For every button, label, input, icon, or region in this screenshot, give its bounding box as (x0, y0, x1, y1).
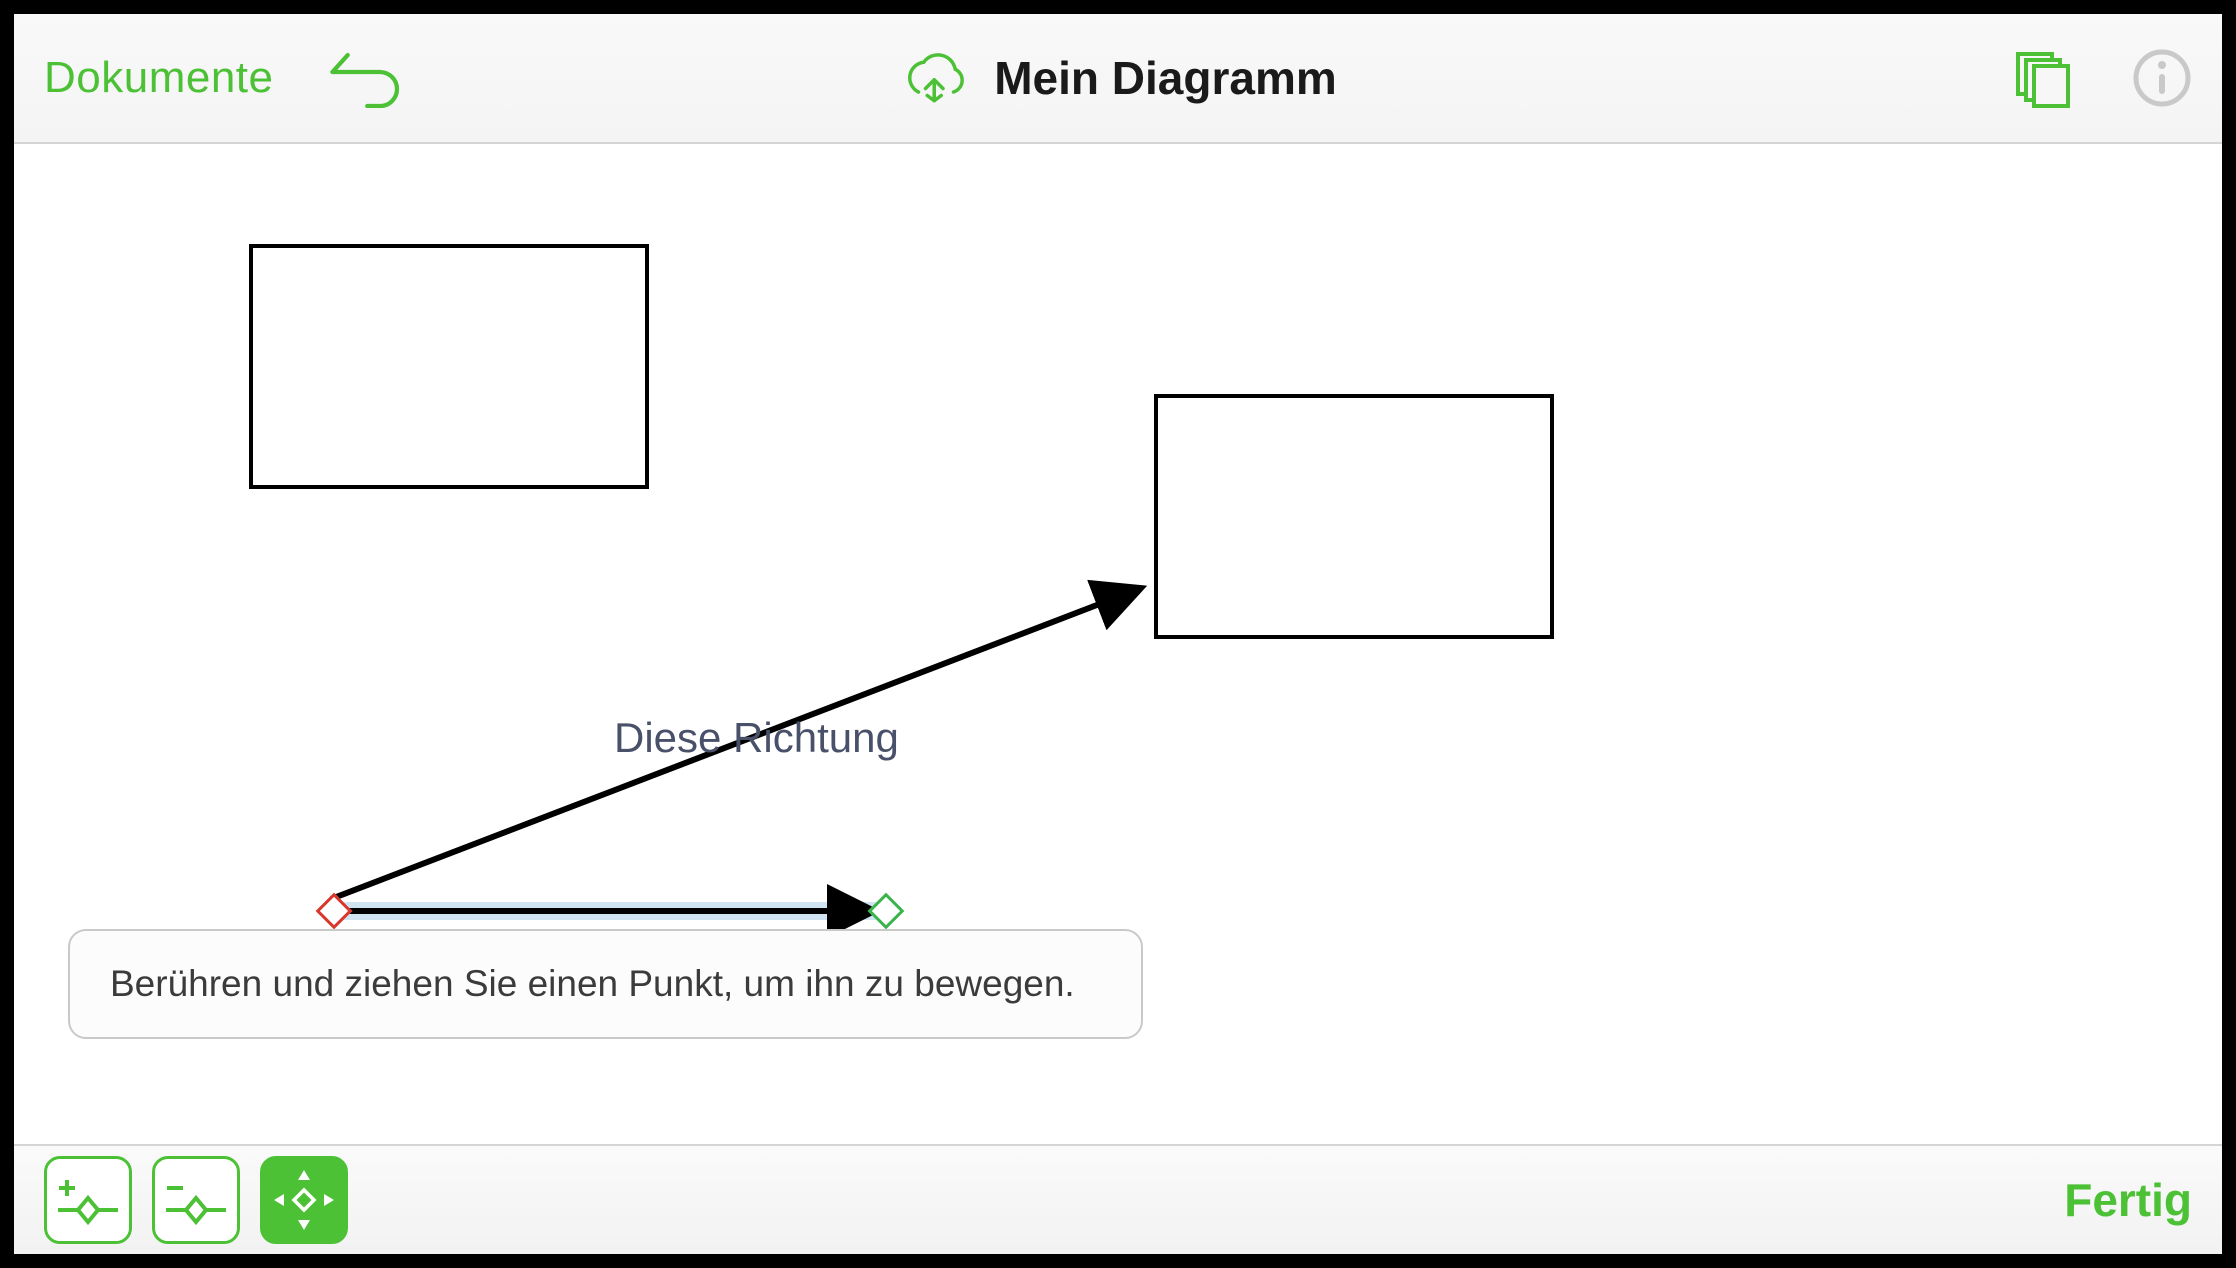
canvases-button[interactable] (2012, 48, 2072, 108)
documents-button[interactable]: Dokumente (44, 53, 274, 103)
document-title: Mein Diagramm (994, 51, 1337, 105)
remove-point-icon (162, 1166, 230, 1234)
info-button[interactable] (2132, 48, 2192, 108)
add-point-icon (54, 1166, 122, 1234)
move-point-icon (270, 1166, 338, 1234)
remove-point-button[interactable] (152, 1156, 240, 1244)
move-point-button[interactable] (260, 1156, 348, 1244)
info-icon (2132, 48, 2192, 108)
app-window: Dokumente Mein Diagramm (0, 0, 2236, 1268)
bottom-toolbar: Fertig (14, 1144, 2222, 1254)
top-toolbar: Dokumente Mein Diagramm (14, 14, 2222, 144)
undo-icon (329, 48, 414, 108)
layers-icon (2012, 48, 2072, 108)
hint-tooltip: Berühren und ziehen Sie einen Punkt, um … (68, 929, 1143, 1039)
cloud-icon (899, 48, 969, 108)
toolbar-right-group (2012, 48, 2192, 108)
toolbar-center-group: Mein Diagramm (899, 48, 1337, 108)
toolbar-left-group: Dokumente (44, 48, 414, 108)
line-start-handle[interactable] (316, 893, 353, 930)
shape-rectangle[interactable] (1154, 394, 1554, 639)
canvas[interactable]: Diese Richtung Berühren und ziehen Sie e… (14, 144, 2222, 1144)
done-button[interactable]: Fertig (2064, 1173, 2192, 1227)
line-end-handle[interactable] (868, 893, 905, 930)
hint-text: Berühren und ziehen Sie einen Punkt, um … (110, 963, 1075, 1005)
arrow-label[interactable]: Diese Richtung (614, 714, 899, 762)
shape-rectangle[interactable] (249, 244, 649, 489)
undo-button[interactable] (329, 48, 414, 108)
add-point-button[interactable] (44, 1156, 132, 1244)
